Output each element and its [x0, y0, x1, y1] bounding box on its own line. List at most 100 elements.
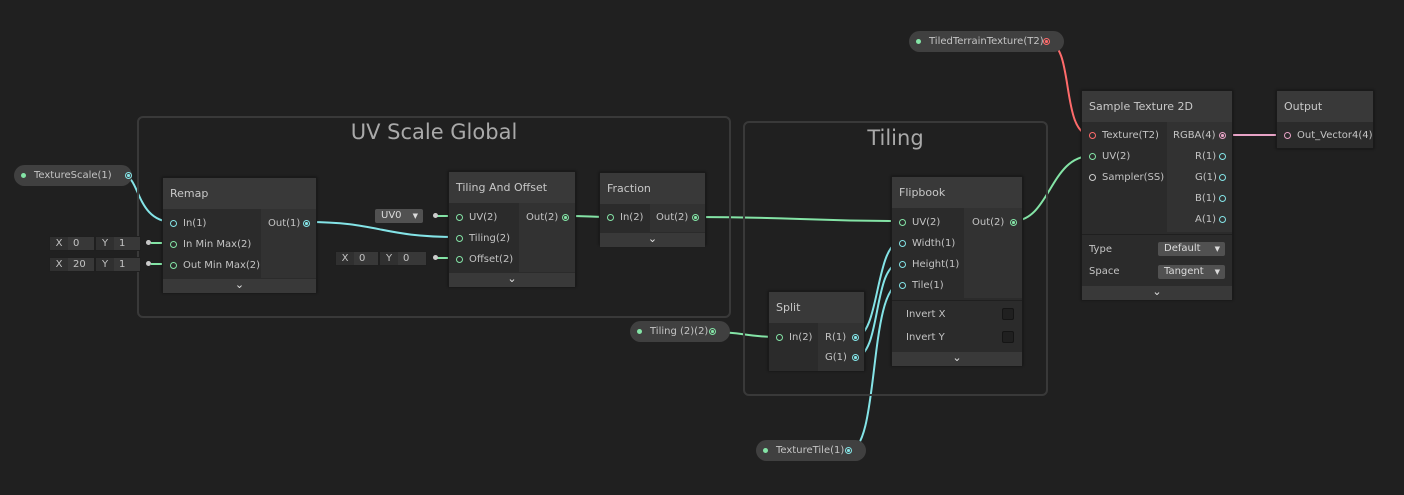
- out-label: Out(2): [972, 217, 1005, 228]
- uv-label: UV(2): [1102, 151, 1131, 162]
- status-dot: [763, 448, 768, 453]
- uv-channel-port[interactable]: [433, 213, 438, 218]
- sampler-label: Sampler(SS): [1102, 172, 1165, 183]
- out-min-max-port[interactable]: [146, 261, 151, 266]
- axis-label: Y: [96, 258, 114, 271]
- g-port[interactable]: [852, 354, 859, 361]
- b-label: B(1): [1195, 193, 1217, 204]
- flipbook-node[interactable]: Flipbook UV(2) Width(1) Height(1) Tile(1…: [891, 176, 1023, 366]
- type-value: Default: [1164, 243, 1201, 254]
- output-port[interactable]: [845, 447, 852, 454]
- input-column: UV(2) Tiling(2) Offset(2): [449, 203, 519, 272]
- in-min-max-x-field[interactable]: X 0: [49, 236, 95, 251]
- tiling-label: Tiling(2): [469, 233, 510, 244]
- b-port[interactable]: [1219, 195, 1226, 202]
- offset-x-field[interactable]: X 0: [335, 251, 379, 266]
- axis-label: X: [336, 252, 354, 265]
- fraction-node[interactable]: Fraction In(2) Out(2) ⌄: [599, 172, 706, 247]
- in-port[interactable]: [170, 220, 177, 227]
- tile-port[interactable]: [899, 282, 906, 289]
- expand-chevron[interactable]: ⌄: [892, 352, 1022, 366]
- tiling-port[interactable]: [456, 235, 463, 242]
- out-port[interactable]: [692, 214, 699, 221]
- axis-label: X: [50, 258, 68, 271]
- out-port[interactable]: [303, 220, 310, 227]
- axis-label: Y: [96, 237, 114, 250]
- output-column: RGBA(4) R(1) G(1) B(1) A(1): [1167, 122, 1232, 232]
- space-dropdown[interactable]: Tangent ▼: [1158, 265, 1225, 279]
- expand-chevron[interactable]: ⌄: [600, 233, 705, 247]
- output-node[interactable]: Output Out_Vector4(4): [1276, 90, 1374, 149]
- texture-label: Texture(T2): [1102, 130, 1159, 141]
- output-port[interactable]: [125, 172, 132, 179]
- expand-chevron[interactable]: ⌄: [1082, 286, 1232, 300]
- height-label: Height(1): [912, 259, 960, 270]
- out-port[interactable]: [562, 214, 569, 221]
- in-port[interactable]: [776, 334, 783, 341]
- out-vector-port[interactable]: [1284, 132, 1291, 139]
- property-texture-scale[interactable]: TextureScale(1): [14, 165, 132, 186]
- output-port[interactable]: [709, 328, 716, 335]
- sample-settings: Type Default ▼ Space Tangent ▼: [1082, 234, 1232, 285]
- field-value: 1: [119, 238, 126, 249]
- property-label: TextureTile(1): [776, 445, 845, 456]
- r-port[interactable]: [1219, 153, 1226, 160]
- property-tiling2[interactable]: Tiling (2)(2): [630, 321, 730, 342]
- group-title: Tiling: [867, 126, 924, 150]
- out-min-max-x-field[interactable]: X 20: [49, 257, 95, 272]
- sample-texture-2d-node[interactable]: Sample Texture 2D Texture(T2) UV(2) Samp…: [1081, 90, 1233, 300]
- node-title: Output: [1277, 91, 1373, 122]
- input-column: UV(2) Width(1) Height(1) Tile(1): [892, 208, 964, 298]
- output-column: R(1) G(1): [818, 323, 864, 371]
- a-port[interactable]: [1219, 216, 1226, 223]
- out-min-max-y-field[interactable]: Y 1: [95, 257, 141, 272]
- offset-y-field[interactable]: Y 0: [379, 251, 427, 266]
- output-column: Out(1): [261, 209, 316, 278]
- output-column: Out(2): [519, 203, 575, 272]
- uv-port[interactable]: [899, 219, 906, 226]
- offset-port[interactable]: [433, 255, 438, 260]
- g-port[interactable]: [1219, 174, 1226, 181]
- expand-chevron[interactable]: ⌄: [449, 273, 575, 287]
- sampler-port[interactable]: [1089, 174, 1096, 181]
- width-label: Width(1): [912, 238, 956, 249]
- in-min-max-port[interactable]: [146, 240, 151, 245]
- property-tiled-terrain-texture[interactable]: TiledTerrainTexture(T2): [909, 31, 1064, 52]
- r-port[interactable]: [852, 334, 859, 341]
- type-dropdown[interactable]: Default ▼: [1158, 242, 1225, 256]
- property-label: TiledTerrainTexture(T2): [929, 36, 1044, 47]
- offset-label: Offset(2): [469, 254, 514, 265]
- out-port[interactable]: [1010, 219, 1017, 226]
- expand-chevron[interactable]: ⌄: [163, 279, 316, 293]
- in-port[interactable]: [607, 214, 614, 221]
- in-min-max-y-field[interactable]: Y 1: [95, 236, 141, 251]
- property-label: TextureScale(1): [34, 170, 112, 181]
- r-label: R(1): [825, 332, 847, 343]
- width-port[interactable]: [899, 240, 906, 247]
- offset-port-dot[interactable]: [456, 256, 463, 263]
- node-title: Flipbook: [892, 177, 1022, 208]
- in-label: In(2): [620, 212, 644, 223]
- property-texture-tile[interactable]: TextureTile(1): [756, 440, 866, 461]
- uv-port[interactable]: [1089, 153, 1096, 160]
- in-min-max-port-dot[interactable]: [170, 241, 177, 248]
- remap-node[interactable]: Remap In(1) In Min Max(2) Out Min Max(2)…: [162, 177, 317, 293]
- in-min-max-label: In Min Max(2): [183, 239, 252, 250]
- rgba-port[interactable]: [1219, 132, 1226, 139]
- height-port[interactable]: [899, 261, 906, 268]
- input-column: In(2): [600, 204, 650, 232]
- uv-channel-dropdown[interactable]: UV0 ▼: [375, 209, 423, 223]
- tiling-and-offset-node[interactable]: Tiling And Offset UV(2) Tiling(2) Offset…: [448, 171, 576, 287]
- node-title: Sample Texture 2D: [1082, 91, 1232, 122]
- in-label: In(2): [789, 332, 813, 343]
- invert-y-checkbox[interactable]: [1002, 331, 1014, 343]
- texture-port[interactable]: [1089, 132, 1096, 139]
- output-column: Out(2): [650, 204, 705, 232]
- status-dot: [916, 39, 921, 44]
- property-label: Tiling (2)(2): [650, 326, 709, 337]
- split-node[interactable]: Split In(2) R(1) G(1): [768, 291, 865, 371]
- uv-port[interactable]: [456, 214, 463, 221]
- invert-x-checkbox[interactable]: [1002, 308, 1014, 320]
- output-port[interactable]: [1043, 38, 1050, 45]
- out-min-max-port-dot[interactable]: [170, 262, 177, 269]
